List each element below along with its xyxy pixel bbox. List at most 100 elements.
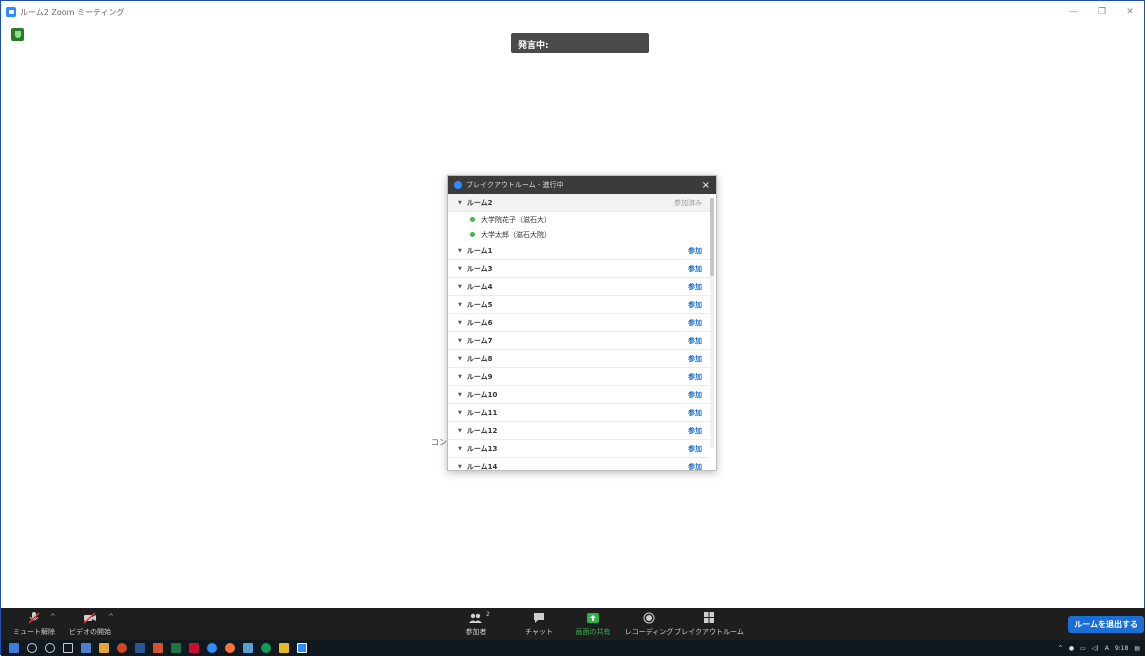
tray-expand-icon[interactable]: ^ (1058, 645, 1063, 652)
room-name: ルーム14 (466, 462, 498, 471)
clock[interactable]: 9:18 (1115, 645, 1128, 652)
room-row[interactable]: ▼ ルーム4 参加 (448, 278, 710, 296)
join-room-button[interactable]: 参加 (688, 318, 702, 328)
room-name: ルーム7 (466, 336, 493, 345)
taskbar-app-icon[interactable] (117, 643, 127, 653)
minimize-button[interactable]: — (1060, 1, 1088, 23)
join-room-button[interactable]: 参加 (688, 246, 702, 256)
breakout-rooms-button[interactable]: ブレイクアウトルーム (674, 608, 744, 640)
cortana-icon[interactable] (45, 643, 55, 653)
room-row[interactable]: ▼ ルーム14 参加 (448, 458, 710, 471)
scrollbar-thumb[interactable] (710, 198, 714, 276)
room-row[interactable]: ▼ ルーム3 参加 (448, 260, 710, 278)
security-shield-icon[interactable] (11, 28, 24, 41)
zoom-logo-icon (454, 181, 462, 189)
expand-caret-icon[interactable]: ▼ (458, 446, 462, 452)
windows-start-icon[interactable] (9, 643, 19, 653)
room-name: ルーム6 (466, 318, 493, 327)
chat-button[interactable]: チャット (521, 608, 557, 640)
share-screen-button[interactable]: 画面の共有 (571, 608, 615, 640)
room-row[interactable]: ▼ ルーム7 参加 (448, 332, 710, 350)
room-row[interactable]: ▼ ルーム10 参加 (448, 386, 710, 404)
excel-icon[interactable] (171, 643, 181, 653)
collapse-caret-icon[interactable]: ▼ (458, 200, 462, 206)
search-icon[interactable] (27, 643, 37, 653)
member-row: 大学院花子（滋石大） (448, 212, 710, 227)
active-speaker-banner: 発言中: (511, 33, 649, 53)
participants-button[interactable]: 参加者 (456, 608, 496, 640)
breakout-close-button[interactable]: × (702, 180, 710, 191)
room-row-active[interactable]: ▼ ルーム2 参加済み (448, 194, 710, 212)
leave-room-button[interactable]: ルームを退出する (1068, 616, 1144, 633)
close-window-button[interactable]: ✕ (1116, 1, 1144, 23)
room-name: ルーム4 (466, 282, 493, 291)
expand-caret-icon[interactable]: ▼ (458, 248, 462, 254)
restore-button[interactable]: ❐ (1088, 1, 1116, 23)
join-room-button[interactable]: 参加 (688, 336, 702, 346)
join-room-button[interactable]: 参加 (688, 282, 702, 292)
edge-icon[interactable] (261, 643, 271, 653)
taskbar-app-icon[interactable] (207, 643, 217, 653)
join-room-button[interactable]: 参加 (688, 444, 702, 454)
join-room-button[interactable]: 参加 (688, 264, 702, 274)
word-icon[interactable] (135, 643, 145, 653)
room-row[interactable]: ▼ ルーム1 参加 (448, 242, 710, 260)
mic-tray-icon[interactable]: ● (1069, 645, 1074, 652)
join-room-button[interactable]: 参加 (688, 390, 702, 400)
room-row[interactable]: ▼ ルーム12 参加 (448, 422, 710, 440)
task-view-icon[interactable] (63, 643, 73, 653)
room-row[interactable]: ▼ ルーム5 参加 (448, 296, 710, 314)
expand-caret-icon[interactable]: ▼ (458, 428, 462, 434)
expand-caret-icon[interactable]: ▼ (458, 320, 462, 326)
expand-caret-icon[interactable]: ▼ (458, 392, 462, 398)
powerpoint-icon[interactable] (153, 643, 163, 653)
member-status-dot-icon (470, 232, 475, 237)
network-icon[interactable]: ▭ (1080, 645, 1086, 652)
expand-caret-icon[interactable]: ▼ (458, 266, 462, 272)
microphone-muted-icon (28, 611, 40, 624)
expand-caret-icon[interactable]: ▼ (458, 410, 462, 416)
sticky-notes-icon[interactable] (279, 643, 289, 653)
join-room-button[interactable]: 参加 (688, 300, 702, 310)
record-button[interactable]: レコーディング (625, 608, 673, 640)
notifications-icon[interactable]: ▤ (1134, 645, 1140, 652)
ime-indicator[interactable]: A (1105, 645, 1109, 652)
room-row[interactable]: ▼ ルーム13 参加 (448, 440, 710, 458)
volume-icon[interactable]: ◁) (1092, 645, 1099, 652)
join-room-button[interactable]: 参加 (688, 372, 702, 382)
taskbar-app-icon[interactable] (243, 643, 253, 653)
firefox-icon[interactable] (225, 643, 235, 653)
file-explorer-icon[interactable] (99, 643, 109, 653)
breakout-room-list: ▼ ルーム2 参加済み 大学院花子（滋石大） 大学太郎（滋石大院） ▼ ルーム1 参… (448, 194, 710, 471)
member-status-dot-icon (470, 217, 475, 222)
room-name: ルーム2 (466, 198, 493, 207)
expand-caret-icon[interactable]: ▼ (458, 302, 462, 308)
acrobat-icon[interactable] (189, 643, 199, 653)
room-row[interactable]: ▼ ルーム6 参加 (448, 314, 710, 332)
room-row[interactable]: ▼ ルーム8 参加 (448, 350, 710, 368)
expand-caret-icon[interactable]: ▼ (458, 338, 462, 344)
taskbar-app-icon[interactable] (81, 643, 91, 653)
room-name: ルーム1 (466, 246, 493, 255)
chat-label: チャット (525, 627, 553, 636)
video-options-caret-icon[interactable]: ^ (108, 613, 114, 621)
room-row[interactable]: ▼ ルーム11 参加 (448, 404, 710, 422)
expand-caret-icon[interactable]: ▼ (458, 284, 462, 290)
join-room-button[interactable]: 参加 (688, 408, 702, 418)
window-controls: — ❐ ✕ (1060, 1, 1144, 23)
expand-caret-icon[interactable]: ▼ (458, 356, 462, 362)
join-room-button[interactable]: 参加 (688, 354, 702, 364)
join-room-button[interactable]: 参加 (688, 426, 702, 436)
room-row[interactable]: ▼ ルーム9 参加 (448, 368, 710, 386)
room-name: ルーム3 (466, 264, 493, 273)
participants-count: 2 (486, 611, 490, 618)
meeting-toolbar: ミュート解除 ^ ビデオの開始 ^ 参加者 2 チャット 画面の共有 レコーディ… (1, 608, 1145, 640)
breakout-scrollbar[interactable] (710, 198, 714, 448)
zoom-logo-icon (6, 7, 16, 17)
expand-caret-icon[interactable]: ▼ (458, 374, 462, 380)
system-tray: ^ ● ▭ ◁) A 9:18 ▤ (1058, 640, 1140, 656)
join-room-button[interactable]: 参加 (688, 462, 702, 471)
expand-caret-icon[interactable]: ▼ (458, 464, 462, 470)
zoom-taskbar-icon[interactable] (297, 643, 307, 653)
audio-options-caret-icon[interactable]: ^ (50, 613, 56, 621)
